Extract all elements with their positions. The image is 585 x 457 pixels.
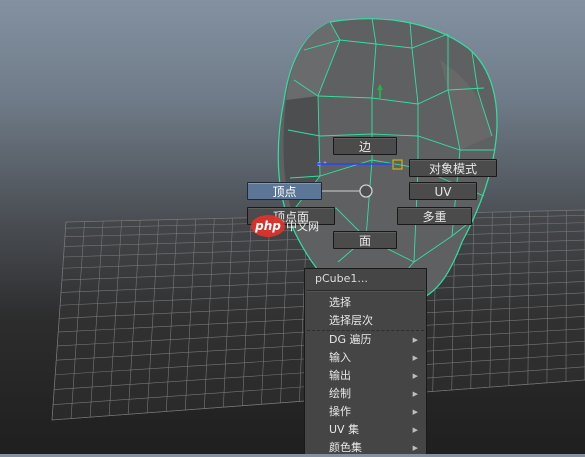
vertex-button[interactable]: 顶点: [247, 182, 322, 200]
submenu-arrow-icon: ▶: [412, 408, 418, 416]
menu-item-select[interactable]: 选择: [305, 294, 426, 312]
menu-item-color-sets[interactable]: 颜色集 ▶: [305, 439, 426, 457]
php-watermark-logo: php 中文网: [251, 215, 319, 237]
uv-button[interactable]: UV: [409, 182, 477, 200]
svg-text:php: php: [254, 219, 281, 233]
menu-item-dg-traversal[interactable]: DG 遍历 ▶: [305, 331, 426, 349]
menu-item-paint[interactable]: 绘制 ▶: [305, 385, 426, 403]
face-button[interactable]: 面: [333, 231, 397, 249]
submenu-arrow-icon: ▶: [412, 336, 418, 344]
submenu-arrow-icon: ▶: [412, 372, 418, 380]
edge-button[interactable]: 边: [333, 137, 397, 155]
marking-menu-center-icon: [359, 184, 373, 198]
menu-item-inputs[interactable]: 输入 ▶: [305, 349, 426, 367]
multi-button[interactable]: 多重: [397, 207, 472, 225]
object-mode-button[interactable]: 对象模式: [409, 159, 497, 177]
context-menu[interactable]: pCube1... 选择 选择层次 DG 遍历 ▶ 输入 ▶ 输出 ▶ 绘制 ▶ 操作 ▶…: [304, 268, 427, 454]
svg-text:中文网: 中文网: [286, 219, 319, 233]
menu-divider: [307, 290, 424, 292]
menu-title: pCube1...: [315, 272, 368, 285]
menu-item-outputs[interactable]: 输出 ▶: [305, 367, 426, 385]
submenu-arrow-icon: ▶: [412, 426, 418, 434]
submenu-arrow-icon: ▶: [412, 390, 418, 398]
submenu-arrow-icon: ▶: [412, 444, 418, 452]
submenu-arrow-icon: ▶: [412, 354, 418, 362]
menu-item-actions[interactable]: 操作 ▶: [305, 403, 426, 421]
menu-item-uv-sets[interactable]: UV 集 ▶: [305, 421, 426, 439]
menu-item-select-hierarchy[interactable]: 选择层次: [305, 312, 426, 330]
